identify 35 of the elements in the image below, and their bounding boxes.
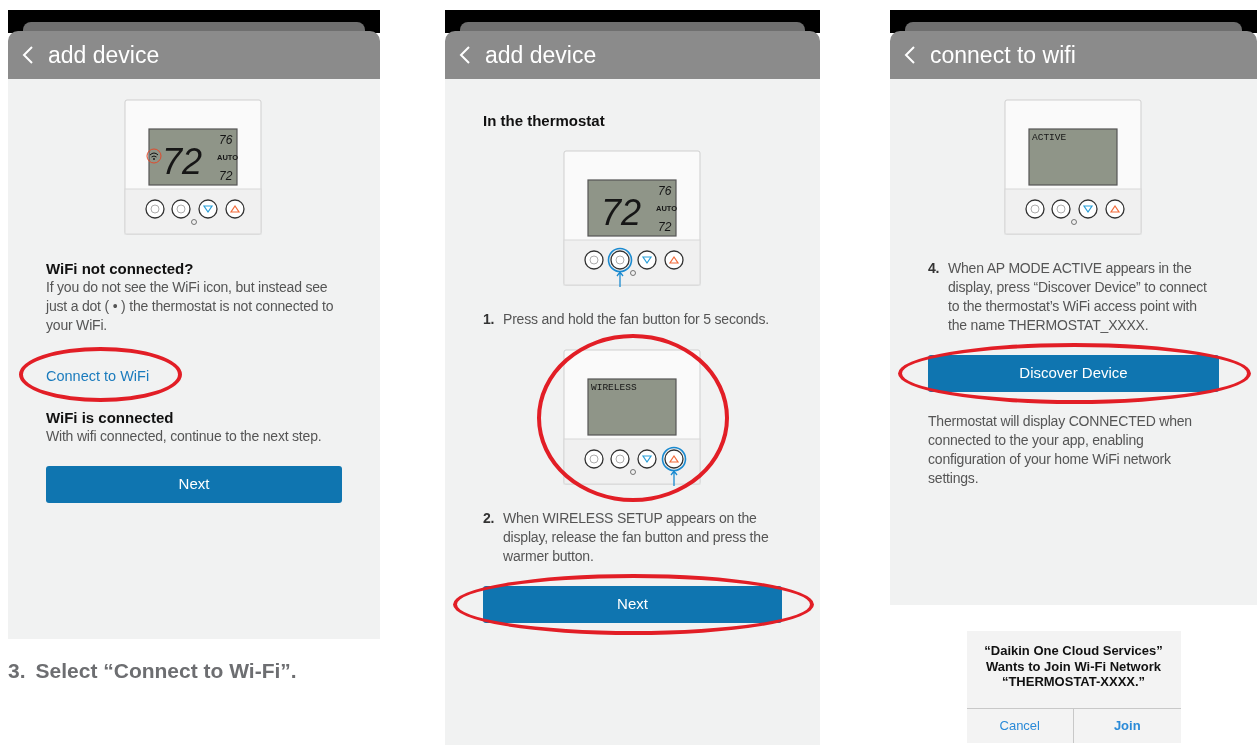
action-button[interactable]: Next	[46, 466, 342, 503]
step-number: 4.	[928, 259, 941, 278]
step-text: When AP MODE ACTIVE appears in the display, press “Discover Device” to connect to the thermostat’s WiFi access point with the name THERMOSTAT_XXXX.	[948, 259, 1208, 335]
step-number: 2.	[483, 509, 496, 528]
lcd-reading: 72	[657, 220, 671, 234]
lcd-reading: 72	[219, 169, 233, 183]
lcd-reading: WIRELESS	[590, 382, 637, 393]
action-button[interactable]: Next	[483, 586, 782, 623]
section-heading: WiFi is connected	[46, 408, 175, 427]
description-text: Thermostat will display CONNECTED when connected to the your app, enabling configuration of your home WiFi network settings.	[928, 412, 1193, 488]
description-text: If you do not see the WiFi icon, but instead see just a dot ( • ) the thermostat is not connected to your WiFi.	[46, 278, 335, 335]
lcd-reading: 72	[600, 192, 641, 233]
lcd-reading: ACTIVE	[1031, 132, 1066, 143]
back-icon[interactable]	[22, 45, 34, 65]
screen-title: connect to wifi	[930, 40, 1076, 70]
section-heading: WiFi not connected?	[46, 259, 195, 278]
lcd-reading: 72	[162, 141, 203, 182]
action-button[interactable]: Discover Device	[928, 355, 1219, 392]
step-number: 1.	[483, 310, 496, 329]
connect-link[interactable]: Connect to WiFi	[46, 368, 150, 384]
lcd-reading: 76	[219, 133, 233, 147]
step-text: Press and hold the fan button for 5 seconds.	[503, 310, 769, 329]
caption-number: 3.	[8, 658, 26, 684]
step-text: When WIRELESS SETUP appears on the display, release the fan button and press the warmer button.	[503, 509, 770, 566]
dialog-button[interactable]: Join	[1073, 708, 1181, 743]
back-icon[interactable]	[904, 45, 916, 65]
section-heading: In the thermostat	[483, 111, 606, 130]
back-icon[interactable]	[459, 45, 471, 65]
caption-text: Select “Connect to Wi-Fi”.	[35, 658, 297, 684]
lcd-reading: 76	[657, 184, 671, 198]
dialog-button[interactable]: Cancel	[966, 708, 1073, 743]
dialog-message: “Daikin One Cloud Services” Wants to Join Wi-Fi Network “THERMOSTAT-XXXX.”	[983, 642, 1164, 691]
screen-title: add device	[485, 40, 597, 70]
description-text: With wifi connected, continue to the next step.	[46, 427, 323, 446]
screen-title: add device	[48, 40, 160, 70]
